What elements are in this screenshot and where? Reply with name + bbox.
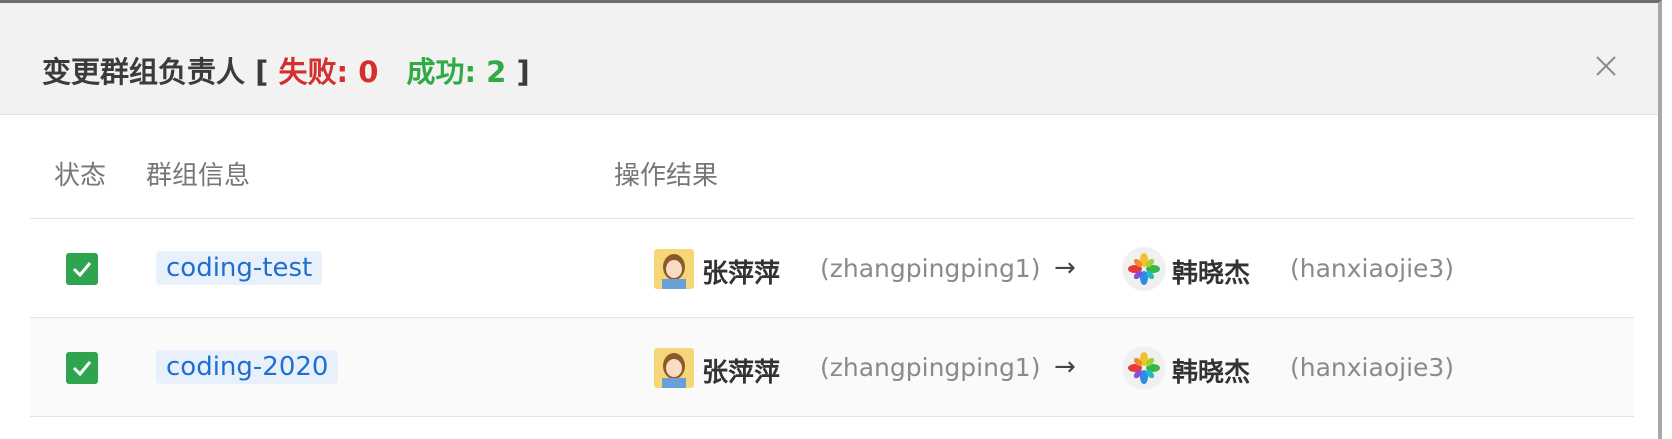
user-avatar-icon (654, 348, 694, 388)
fail-count: 失败: 0 (278, 55, 379, 89)
from-name: 张萍萍 (702, 259, 781, 289)
table-row: coding-test 张萍萍 (zhangpingping1) → 韩晓杰 (… (30, 219, 1634, 318)
dialog-header: 变更群组负责人 [ 失败: 0 成功: 2 ] (0, 3, 1658, 115)
user-avatar-icon (654, 249, 694, 289)
to-username: (hanxiaojie3) (1290, 254, 1455, 283)
table-row: coding-2020 张萍萍 (zhangpingping1) → 韩晓杰 (… (30, 318, 1634, 417)
status-checkbox[interactable] (66, 253, 98, 285)
result-table: 状态 群组信息 操作结果 coding-test 张萍萍 (zhangpingp (30, 115, 1634, 417)
header-result: 操作结果 (614, 161, 719, 191)
from-username: (zhangpingping1) (820, 353, 1041, 382)
close-icon (1596, 56, 1616, 76)
avatar (654, 348, 694, 388)
to-username: (hanxiaojie3) (1290, 353, 1455, 382)
arrow-right-icon: → (1054, 253, 1076, 283)
title-bracket-open: [ (255, 55, 269, 89)
group-tag[interactable]: coding-2020 (156, 350, 339, 384)
table-header: 状态 群组信息 操作结果 (30, 115, 1634, 219)
photos-flower-icon (1122, 247, 1166, 291)
success-count: 成功: 2 (406, 55, 507, 89)
avatar (654, 249, 694, 289)
header-status: 状态 (54, 161, 107, 191)
check-icon (72, 361, 92, 377)
from-name: 张萍萍 (702, 358, 781, 388)
header-group-info: 群组信息 (146, 161, 251, 191)
close-button[interactable] (1591, 51, 1621, 81)
to-name: 韩晓杰 (1172, 259, 1251, 289)
avatar (1122, 247, 1166, 291)
title-bracket-close: ] (516, 55, 530, 89)
from-username: (zhangpingping1) (820, 254, 1041, 283)
dialog-title: 变更群组负责人 [ 失败: 0 成功: 2 ] (42, 49, 530, 91)
group-tag[interactable]: coding-test (156, 251, 323, 285)
to-name: 韩晓杰 (1172, 358, 1251, 388)
photos-flower-icon (1122, 346, 1166, 390)
status-checkbox[interactable] (66, 352, 98, 384)
dialog-title-text: 变更群组负责人 (42, 55, 246, 89)
arrow-right-icon: → (1054, 352, 1076, 382)
avatar (1122, 346, 1166, 390)
change-owner-dialog: 变更群组负责人 [ 失败: 0 成功: 2 ] 状态 群组信息 操作结果 cod… (0, 0, 1662, 439)
check-icon (72, 262, 92, 278)
